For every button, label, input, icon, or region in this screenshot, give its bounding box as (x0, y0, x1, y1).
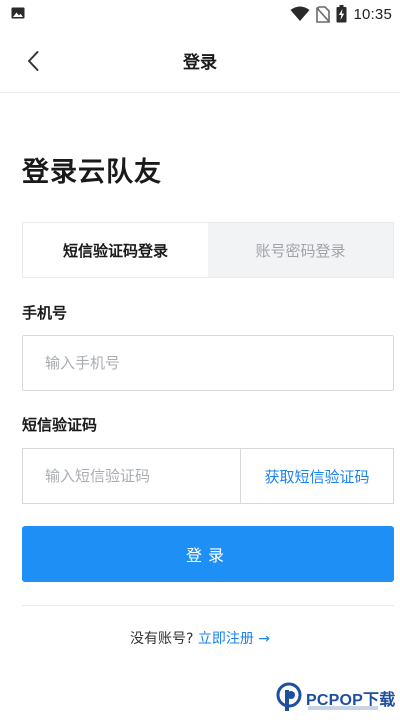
status-bar: 10:35 (0, 0, 400, 28)
tab-sms-login[interactable]: 短信验证码登录 (23, 223, 208, 277)
battery-charging-icon (336, 5, 347, 23)
register-link[interactable]: 立即注册 → (198, 631, 270, 647)
nav-title: 登录 (183, 53, 217, 73)
get-sms-code-button[interactable]: 获取短信验证码 (240, 448, 394, 504)
watermark-subline (308, 706, 378, 710)
phone-input[interactable] (23, 336, 393, 390)
divider (22, 605, 394, 606)
sms-code-field-box (22, 448, 240, 504)
login-mode-tabs: 短信验证码登录 账号密码登录 (22, 222, 394, 278)
tab-password-login[interactable]: 账号密码登录 (208, 223, 393, 277)
no-sim-icon (316, 5, 331, 23)
status-time: 10:35 (353, 5, 392, 23)
image-icon (11, 7, 25, 19)
wifi-icon (290, 6, 310, 21)
phone-label: 手机号 (22, 304, 68, 322)
login-button[interactable]: 登录 (22, 526, 394, 582)
pcpop-logo-icon (276, 682, 302, 711)
sms-code-row: 获取短信验证码 (22, 448, 394, 504)
phone-field-box (22, 335, 394, 391)
watermark-logo: PCPOP下载 (276, 682, 398, 718)
nav-bar: 登录 (0, 28, 400, 93)
sms-code-input[interactable] (23, 449, 240, 503)
register-row: 没有账号? 立即注册 → (0, 628, 400, 648)
page-title: 登录云队友 (22, 157, 162, 188)
sms-code-label: 短信验证码 (22, 416, 98, 434)
no-account-text: 没有账号? (129, 631, 194, 647)
